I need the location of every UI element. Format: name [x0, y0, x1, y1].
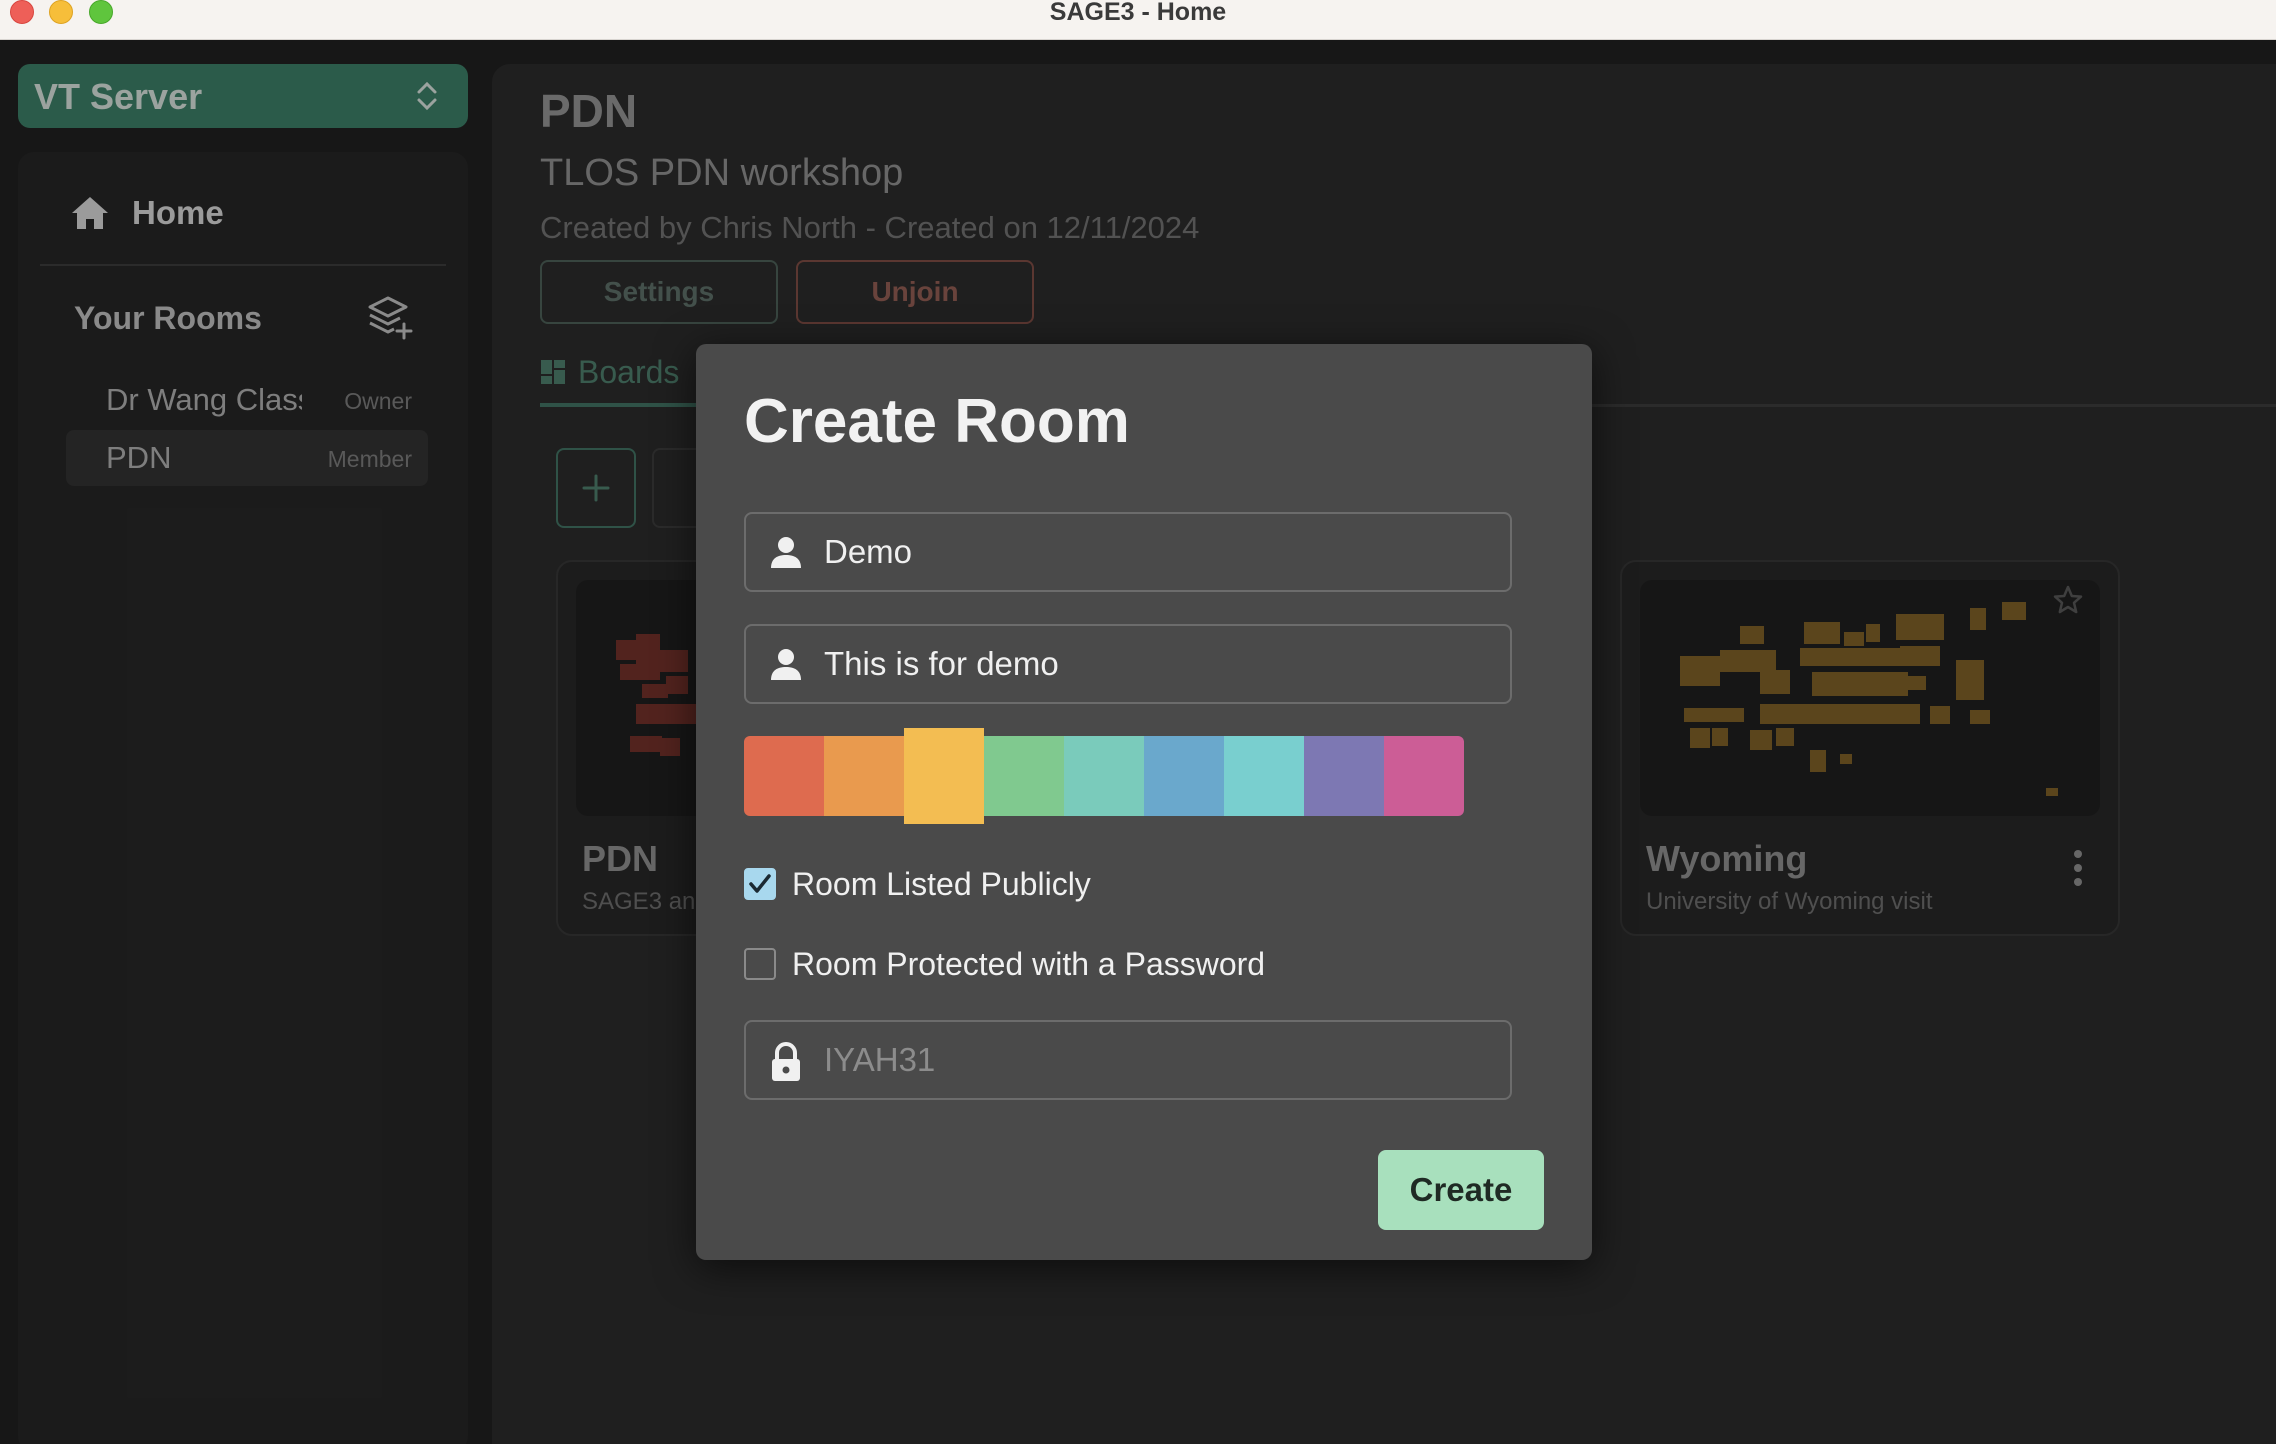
room-description-input[interactable] — [824, 626, 1494, 702]
password-field — [744, 1020, 1512, 1100]
password-protected-checkbox[interactable] — [744, 948, 776, 980]
checkmark-icon — [749, 874, 771, 893]
room-name-input[interactable] — [824, 514, 1494, 590]
color-swatch[interactable] — [1144, 736, 1224, 816]
color-swatch[interactable] — [1064, 736, 1144, 816]
password-input[interactable] — [824, 1022, 1494, 1098]
color-swatch[interactable] — [744, 736, 824, 816]
person-icon — [771, 649, 801, 680]
modal-title: Create Room — [744, 387, 1130, 456]
listed-publicly-label: Room Listed Publicly — [792, 865, 1091, 902]
listed-publicly-option[interactable]: Room Listed Publicly — [744, 864, 1091, 904]
color-swatch[interactable] — [824, 736, 904, 816]
password-protected-label: Room Protected with a Password — [792, 945, 1266, 982]
listed-publicly-checkbox[interactable] — [744, 868, 776, 900]
create-button[interactable]: Create — [1378, 1150, 1544, 1230]
room-description-field — [744, 624, 1512, 704]
person-icon — [771, 537, 801, 568]
create-room-modal: Create Room Room Listed Publicly Room Pr… — [696, 344, 1592, 1260]
color-swatch[interactable] — [1224, 736, 1304, 816]
password-protected-option[interactable]: Room Protected with a Password — [744, 944, 1265, 984]
color-swatch[interactable] — [904, 728, 984, 824]
window-titlebar: SAGE3 - Home — [0, 0, 2276, 40]
color-swatch[interactable] — [1304, 736, 1384, 816]
color-swatch[interactable] — [1384, 736, 1464, 816]
lock-icon — [772, 1042, 800, 1081]
room-name-field — [744, 512, 1512, 592]
color-picker — [744, 728, 1464, 824]
color-swatch[interactable] — [984, 736, 1064, 816]
window-title: SAGE3 - Home — [1049, 0, 1227, 26]
